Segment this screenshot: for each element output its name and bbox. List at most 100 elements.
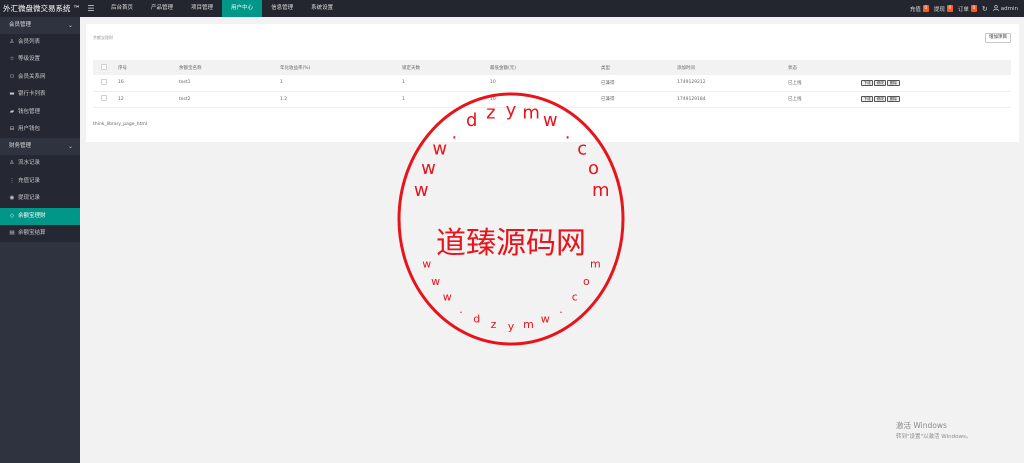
stamp-arc-letter: z: [491, 318, 497, 331]
stamp-arc-letter: z: [486, 103, 495, 124]
windows-activation-notice: 激活 Windows 转到"设置"以激活 Windows。: [896, 420, 971, 440]
sidebar: 会员管理 ⌄ ♙ 会员列表 ☆ 等级设置 ⚇ 会员关系网 ▬ 银行卡列表 ▰ 钱包管理 ⊟…: [0, 17, 80, 463]
row-checkbox[interactable]: [101, 95, 107, 101]
book-icon: ▰: [9, 108, 15, 115]
sidebar-item-flow-records[interactable]: ♙ 流水记录: [0, 155, 80, 173]
sidebar-group-members[interactable]: 会员管理 ⌄: [0, 17, 80, 34]
cell-name: test2: [179, 91, 280, 108]
cell-status: 已上线: [788, 91, 861, 108]
cell-rate: 1.2: [280, 91, 402, 108]
stamp-arc-letter: m: [523, 318, 534, 331]
stamp-arc-letter: w: [431, 275, 440, 288]
sidebar-item-label: 等级设置: [18, 56, 41, 63]
col-header: 状态: [788, 60, 861, 75]
row-checkbox[interactable]: [101, 78, 107, 85]
sidebar-item-label: 流水记录: [18, 160, 41, 167]
sidebar-item-label: 提现记录: [18, 195, 41, 202]
cell-id: 16: [118, 75, 179, 92]
menu-toggle-icon[interactable]: ☰: [80, 4, 102, 13]
stamp-arc-letter: .: [559, 303, 563, 316]
cell-min: 10: [490, 75, 601, 92]
col-header: 余额宝名称: [179, 60, 280, 75]
stamp-arc-letter: w: [543, 110, 558, 131]
nav-projects[interactable]: 项目管理: [182, 0, 222, 17]
cell-rate: 1: [280, 75, 402, 92]
withdraw-label: 提现: [933, 6, 945, 13]
cell-actions: 下线 修改 删除: [861, 91, 1011, 108]
recharge-link[interactable]: 充值 0: [910, 5, 929, 13]
pagination-placeholder: think_library_page_html: [93, 122, 148, 127]
stamp-arc-letter: d: [466, 110, 477, 131]
stamp-arc-letter: w: [443, 291, 452, 304]
refresh-icon[interactable]: ↻: [982, 5, 988, 13]
wallet-icon: ⊟: [9, 125, 15, 132]
stamp-arc-letter: y: [508, 320, 515, 333]
offline-button[interactable]: 下线: [861, 96, 874, 102]
sidebar-item-recharge-records[interactable]: ⋮ 充值记录: [0, 172, 80, 191]
stamp-arc-letter: o: [588, 158, 599, 179]
top-bar: 外汇微盘微交易系统 ™ ☰ 后台首页 产品管理 项目管理 用户中心 信息管理 系…: [0, 0, 1024, 17]
list-icon: ▤: [9, 229, 15, 236]
stamp-arc-letter: .: [452, 122, 458, 143]
table-row: 16 test1 1 1 10 已兼得 1749129212 已上线 下线 修改删…: [93, 75, 1011, 92]
nav-products[interactable]: 产品管理: [142, 0, 182, 17]
edit-button[interactable]: 修改: [874, 79, 887, 86]
sidebar-item-level-settings[interactable]: ☆ 等级设置: [0, 51, 80, 69]
add-project-button[interactable]: 增加项目: [985, 33, 1011, 43]
cell-time: 1749129212: [677, 75, 788, 92]
cell-status: 已上线: [788, 75, 861, 92]
top-right-tools: 充值 0 提现 0 订单 0 ↻ admin: [910, 0, 1018, 17]
stamp-arc-letter: w: [414, 180, 429, 201]
stamp-arc-letter: w: [541, 312, 550, 325]
sidebar-item-bank-cards[interactable]: ▬ 银行卡列表: [0, 86, 80, 104]
target-icon: ◉: [9, 195, 15, 202]
sidebar-item-member-list[interactable]: ♙ 会员列表: [0, 34, 80, 52]
sidebar-item-wallet-manage[interactable]: ▰ 钱包管理: [0, 103, 80, 121]
sidebar-group-label: 财务管理: [9, 143, 32, 150]
sidebar-item-withdraw-records[interactable]: ◉ 提现记录: [0, 190, 80, 208]
stamp-arc-letter: m: [592, 180, 610, 201]
stamp-arc-letter: w: [422, 258, 431, 271]
delete-button[interactable]: 删除: [887, 96, 900, 102]
chevron-down-icon: ⌄: [67, 143, 73, 151]
offline-button[interactable]: 下线: [861, 79, 874, 86]
stamp-arc-letter: y: [506, 100, 517, 121]
stamp-arc-letter: .: [565, 122, 571, 143]
withdraw-link[interactable]: 提现 0: [934, 5, 953, 13]
select-all-checkbox[interactable]: [101, 63, 107, 70]
stamp-arc-letter: m: [590, 258, 601, 271]
sidebar-item-balance-settlement[interactable]: ▤ 余额宝结算: [0, 224, 80, 243]
delete-button[interactable]: 删除: [887, 79, 900, 86]
stamp-arc-letter: o: [583, 275, 590, 288]
nav-user-center[interactable]: 用户中心: [222, 0, 263, 17]
nav-settings[interactable]: 系统设置: [302, 0, 342, 17]
edit-button[interactable]: 修改: [874, 96, 887, 102]
cell-actions: 下线 修改 删除: [861, 75, 1011, 92]
stamp-arc-letter: w: [421, 158, 436, 179]
sidebar-group-finance[interactable]: 财务管理 ⌄: [0, 138, 80, 156]
order-label: 订单: [957, 6, 969, 13]
sidebar-item-balance-finance[interactable]: ◇ 余额宝理财: [0, 207, 80, 225]
stamp-ring: [397, 92, 625, 346]
cell-name: test1: [179, 75, 280, 92]
recharge-label: 充值: [909, 6, 921, 13]
sidebar-item-label: 会员列表: [18, 39, 41, 45]
table-header-row: 序号 余额宝名称 年化收益率(%) 锁定天数 最低金额(元) 类型 添加时间 状…: [93, 60, 1011, 75]
sidebar-item-label: 余额宝理财: [18, 212, 46, 219]
nav-home[interactable]: 后台首页: [102, 0, 142, 17]
breadcrumb: 余额宝理财: [93, 35, 113, 40]
activation-title: 激活 Windows: [896, 421, 947, 430]
sidebar-item-user-wallet[interactable]: ⊟ 用户钱包: [0, 120, 80, 139]
nav-info[interactable]: 信息管理: [262, 0, 302, 17]
stamp-arc-letter: c: [572, 291, 578, 304]
sidebar-item-member-network[interactable]: ⚇ 会员关系网: [0, 68, 80, 87]
sidebar-item-label: 钱包管理: [18, 108, 41, 115]
stamp-arc-letter: w: [432, 139, 447, 160]
cell-type: 已兼得: [601, 75, 677, 92]
order-link[interactable]: 订单 0: [958, 5, 977, 13]
col-header: 添加时间: [677, 60, 788, 75]
user-name: admin: [1000, 5, 1018, 12]
user-menu[interactable]: admin: [993, 4, 1018, 13]
user-icon: ♙: [9, 160, 15, 167]
stamp-arc-letter: m: [522, 103, 540, 124]
